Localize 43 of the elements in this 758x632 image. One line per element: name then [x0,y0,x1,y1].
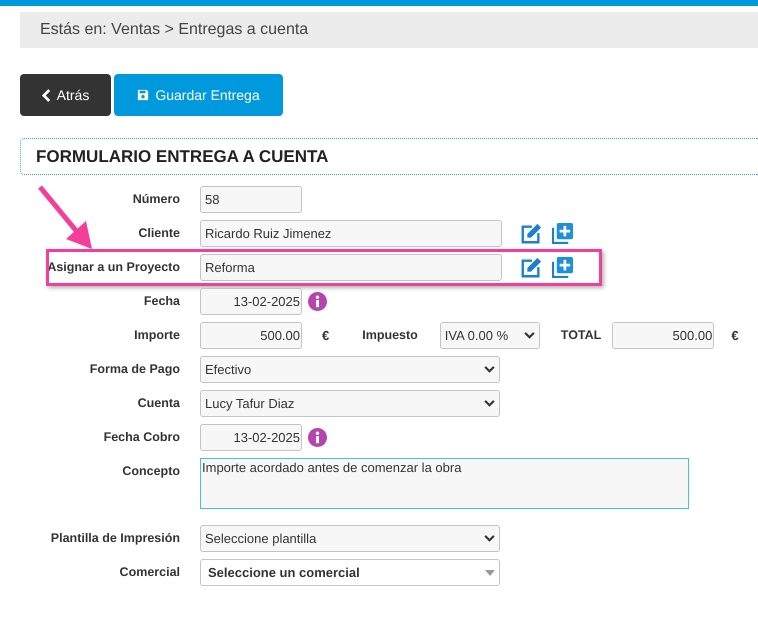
field-label: Comercial [118,564,180,581]
field-label: Impuesto [362,327,418,344]
select-field[interactable]: IVA 0.00 % [440,322,540,349]
input-field[interactable]: Ricardo Ruiz Jimenez [200,220,502,247]
field-label: Fecha Cobro [102,429,180,446]
select-field[interactable]: Lucy Tafur Diaz [200,390,500,417]
date-field[interactable]: 13-02-2025 [200,424,302,451]
field-label: Concepto [121,463,180,480]
field-label: Cuenta [136,395,180,412]
field-label: Importe [133,327,180,344]
input-field[interactable]: 500.00 [612,322,714,349]
input-field[interactable]: 500.00 [200,322,302,349]
field-label: Plantilla de Impresión [50,530,180,547]
chevron-down-icon [524,332,535,339]
chevron-left-icon [42,88,51,102]
field-label: Número [132,191,180,208]
select-field[interactable]: Seleccione plantilla [200,525,500,552]
field-label: Asignar a un Proyecto [46,259,180,276]
text-area[interactable]: Importe acordado antes de comenzar la obra [200,458,689,509]
edit-icon[interactable] [519,222,543,244]
field-label: TOTAL [560,327,602,344]
combo-box[interactable]: Seleccione un comercial [200,559,500,586]
triangle-down-icon [485,570,495,576]
edit-icon[interactable] [519,256,543,278]
back-button[interactable]: Atrás [20,74,111,116]
info-icon [308,428,327,447]
date-field[interactable]: 13-02-2025 [200,288,302,315]
field-label: Cliente [137,225,180,242]
add-icon[interactable] [552,257,573,278]
field-label: Forma de Pago [88,361,180,378]
field-label: Fecha [142,293,180,310]
section-title: FORMULARIO ENTREGA A CUENTA [36,146,328,166]
add-icon[interactable] [552,223,573,244]
chevron-down-icon [484,400,495,407]
breadcrumb: Estás en: Ventas > Entregas a cuenta [20,12,758,48]
input-field[interactable]: 58 [200,186,302,213]
chevron-down-icon [484,366,495,373]
chevron-down-icon [484,535,495,542]
info-icon [308,292,327,311]
input-field[interactable]: Reforma [200,254,502,281]
currency-label: € [731,328,739,343]
select-field[interactable]: Efectivo [200,356,500,383]
currency-label: € [322,328,330,343]
